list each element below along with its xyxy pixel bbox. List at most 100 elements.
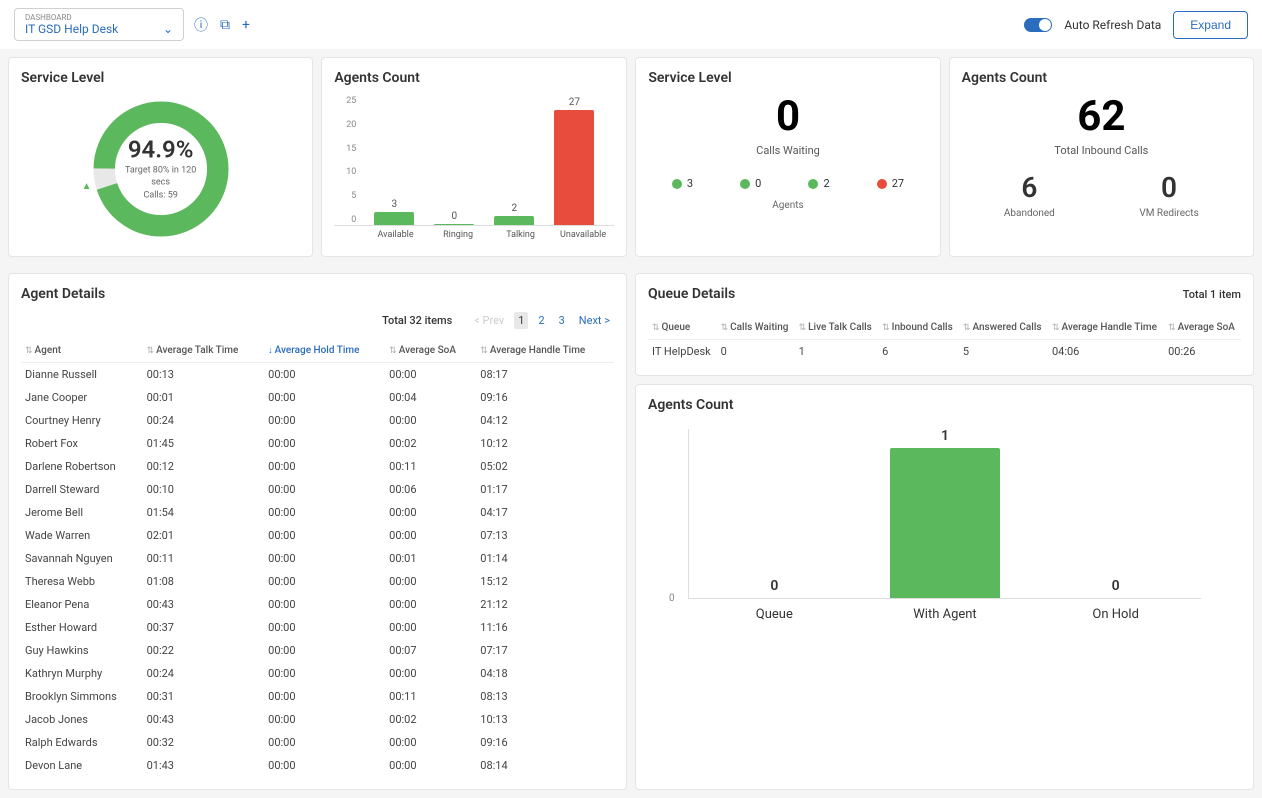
queue-details-col[interactable]: ⇅Calls Waiting: [717, 316, 795, 340]
table-cell: 01:17: [476, 478, 614, 501]
bar-label: Queue: [756, 607, 793, 622]
dot-item: 0: [740, 177, 761, 190]
bar-value: 1: [941, 428, 949, 444]
table-row[interactable]: Jerome Bell01:5400:0000:0004:17: [21, 501, 614, 524]
agent-details-thead: ⇅Agent⇅Average Talk Time↓Average Hold Ti…: [21, 339, 614, 363]
bar-value: 0: [1112, 578, 1120, 594]
pagination-page[interactable]: 3: [555, 312, 569, 329]
donut-wrap: ▲ 94.9% Target 80% in 120 secs Calls: 59: [21, 94, 300, 244]
dot-item: 27: [877, 177, 904, 190]
table-row[interactable]: Darrell Steward00:1000:0000:0601:17: [21, 478, 614, 501]
table-cell: Kathryn Murphy: [21, 662, 143, 685]
agent-details-header-row: Total 32 items < Prev 123 Next >: [21, 312, 614, 329]
bar: [554, 110, 594, 225]
table-cell: 02:01: [143, 524, 265, 547]
col-label: Average Handle Time: [1062, 322, 1157, 333]
table-row[interactable]: Brooklyn Simmons00:3100:0000:1108:13: [21, 685, 614, 708]
donut-percent: 94.9%: [123, 135, 198, 163]
table-row[interactable]: Theresa Webb01:0800:0000:0015:12: [21, 570, 614, 593]
expand-button[interactable]: Expand: [1173, 11, 1248, 39]
pagination-page[interactable]: 2: [534, 312, 548, 329]
table-row[interactable]: Robert Fox01:4500:0000:0210:12: [21, 432, 614, 455]
queue-details-title: Queue Details: [648, 286, 735, 302]
table-cell: Jerome Bell: [21, 501, 143, 524]
ytick: 0: [334, 215, 356, 225]
table-cell: 00:22: [143, 639, 265, 662]
table-cell: Guy Hawkins: [21, 639, 143, 662]
bar-yaxis: 2520151050: [334, 96, 360, 225]
pagination-page[interactable]: 1: [514, 312, 528, 329]
agent-details-title: Agent Details: [21, 286, 614, 302]
queue-details-col[interactable]: ⇅Average Handle Time: [1048, 316, 1164, 340]
copy-icon[interactable]: ⧉: [218, 15, 232, 35]
table-row[interactable]: Kathryn Murphy00:2400:0000:0004:18: [21, 662, 614, 685]
agent-details-col[interactable]: ⇅Average Handle Time: [476, 339, 614, 363]
queue-details-col[interactable]: ⇅Inbound Calls: [878, 316, 959, 340]
table-row[interactable]: Ralph Edwards00:3200:0000:0009:16: [21, 731, 614, 754]
table-cell: 00:07: [385, 639, 476, 662]
table-row[interactable]: Jacob Jones00:4300:0000:0210:13: [21, 708, 614, 731]
bottom-chart-ylab: 0: [669, 593, 675, 604]
agent-details-col[interactable]: ⇅Average SoA: [385, 339, 476, 363]
subnum-value: 0: [1139, 171, 1198, 204]
table-cell: 00:12: [143, 455, 265, 478]
table-cell: 00:00: [264, 547, 385, 570]
row1-grid: Service Level ▲ 94.9% Target 80% in 120 …: [0, 49, 1262, 265]
table-cell: 00:00: [385, 409, 476, 432]
table-cell: Esther Howard: [21, 616, 143, 639]
sort-icon: ⇅: [882, 323, 890, 333]
table-cell: 00:43: [143, 593, 265, 616]
agent-details-col[interactable]: ⇅Average Talk Time: [143, 339, 265, 363]
inbound-subrow: 6Abandoned0VM Redirects: [962, 171, 1241, 219]
queue-details-col[interactable]: ⇅Live Talk Calls: [795, 316, 879, 340]
table-cell: 00:00: [264, 616, 385, 639]
table-row[interactable]: Wade Warren02:0100:0000:0007:13: [21, 524, 614, 547]
agent-details-col[interactable]: ↓Average Hold Time: [264, 339, 385, 363]
agents-count-bottom-title: Agents Count: [648, 397, 1241, 413]
table-cell: Ralph Edwards: [21, 731, 143, 754]
table-cell: 01:14: [476, 547, 614, 570]
queue-details-total: Total 1 item: [1183, 288, 1241, 301]
bar-col: 27: [544, 97, 604, 225]
pagination-next[interactable]: Next >: [575, 312, 614, 329]
auto-refresh-toggle[interactable]: [1024, 18, 1052, 32]
table-cell: 00:00: [264, 754, 385, 777]
calls-waiting-number: 0: [648, 96, 927, 138]
queue-details-col[interactable]: ⇅Queue: [648, 316, 717, 340]
dot-value: 3: [687, 177, 693, 190]
col-label: Average SoA: [399, 345, 456, 356]
table-cell: 00:00: [264, 708, 385, 731]
table-row[interactable]: Guy Hawkins00:2200:0000:0707:17: [21, 639, 614, 662]
col-label: Average Hold Time: [275, 345, 360, 356]
table-cell: 00:04: [385, 386, 476, 409]
table-row[interactable]: Esther Howard00:3700:0000:0011:16: [21, 616, 614, 639]
table-row[interactable]: Eleanor Pena00:4300:0000:0021:12: [21, 593, 614, 616]
bar-col: 0: [424, 211, 484, 225]
table-cell: 00:00: [264, 662, 385, 685]
table-row[interactable]: Courtney Henry00:2400:0000:0004:12: [21, 409, 614, 432]
bar-value: 3: [392, 199, 398, 210]
table-row[interactable]: IT HelpDesk016504:0600:26: [648, 340, 1241, 364]
pagination-prev[interactable]: < Prev: [470, 312, 508, 329]
queue-details-col[interactable]: ⇅Average SoA: [1164, 316, 1241, 340]
queue-details-thead: ⇅Queue⇅Calls Waiting⇅Live Talk Calls⇅Inb…: [648, 316, 1241, 340]
status-dot-icon: [740, 179, 750, 189]
table-row[interactable]: Savannah Nguyen00:1100:0000:0101:14: [21, 547, 614, 570]
table-row[interactable]: Devon Lane01:4300:0000:0008:14: [21, 754, 614, 777]
table-row[interactable]: Jane Cooper00:0100:0000:0409:16: [21, 386, 614, 409]
table-cell: 00:00: [264, 524, 385, 547]
table-row[interactable]: Darlene Robertson00:1200:0000:1105:02: [21, 455, 614, 478]
calls-waiting-card: Service Level 0 Calls Waiting 30227 Agen…: [635, 57, 940, 257]
dashboard-select[interactable]: DASHBOARD IT GSD Help Desk ⌄: [14, 8, 184, 41]
agent-details-col[interactable]: ⇅Agent: [21, 339, 143, 363]
table-cell: 04:18: [476, 662, 614, 685]
table-cell: Devon Lane: [21, 754, 143, 777]
info-icon[interactable]: ⓘ: [192, 13, 210, 37]
bar-labels-row: AvailableRingingTalkingUnavailable: [334, 226, 614, 240]
calls-waiting-wrap: 0 Calls Waiting: [648, 96, 927, 157]
add-icon[interactable]: +: [240, 15, 252, 35]
queue-details-col[interactable]: ⇅Answered Calls: [959, 316, 1048, 340]
table-row[interactable]: Dianne Russell00:1300:0000:0008:17: [21, 363, 614, 387]
table-cell: 6: [878, 340, 959, 364]
table-cell: 07:17: [476, 639, 614, 662]
